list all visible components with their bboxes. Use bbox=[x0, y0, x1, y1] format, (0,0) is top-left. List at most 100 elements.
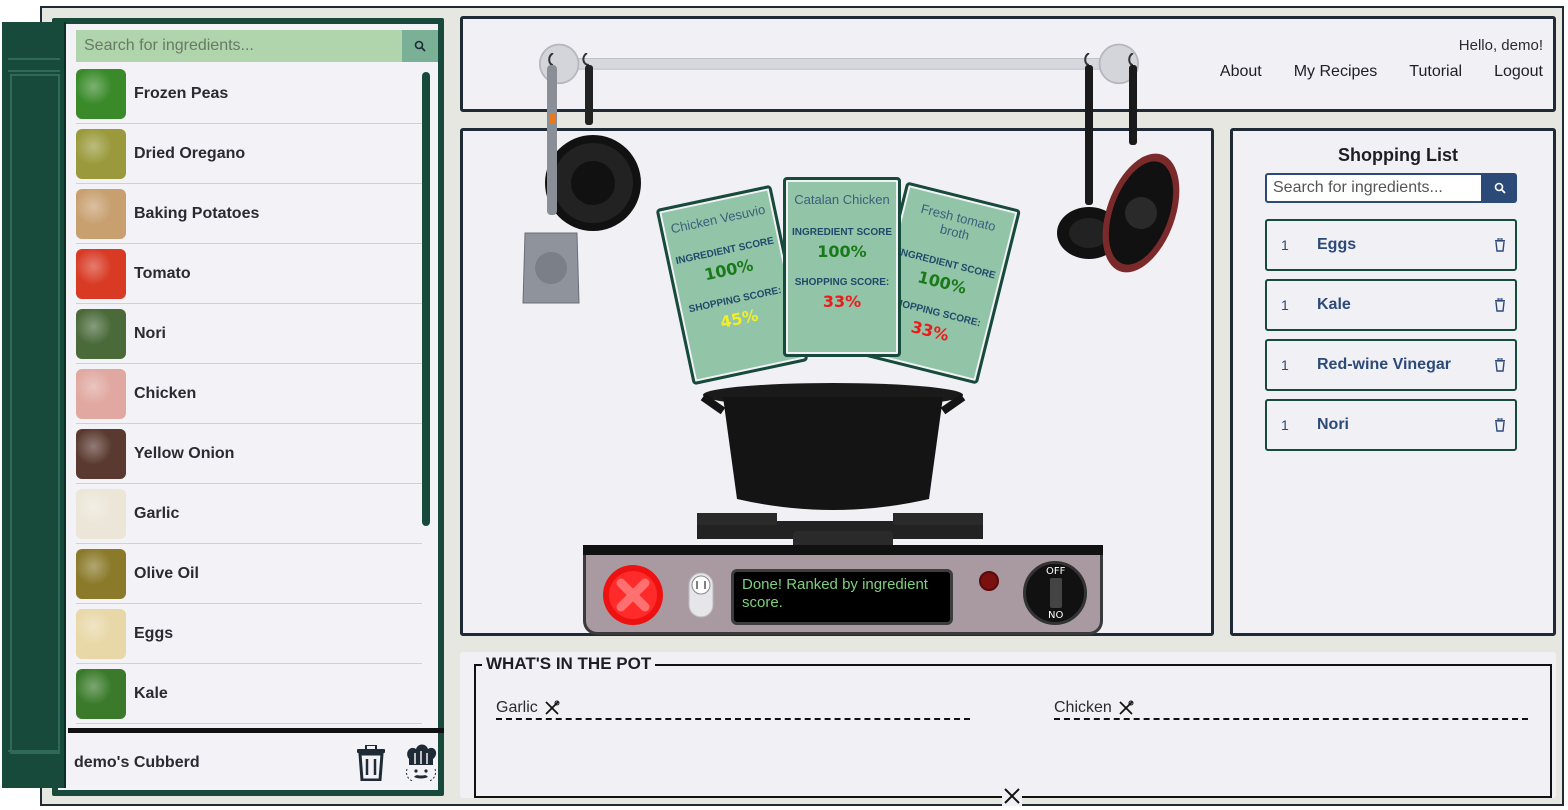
ingredient-list[interactable]: Frozen Peas Dried Oregano Baking Potatoe… bbox=[76, 64, 422, 744]
ingredient-name: Eggs bbox=[134, 624, 174, 642]
list-item[interactable]: Eggs bbox=[76, 604, 422, 664]
ingredient-score: 100% bbox=[817, 242, 867, 261]
ingredient-thumbnail bbox=[76, 188, 126, 239]
list-item[interactable]: Dried Oregano bbox=[76, 124, 422, 184]
door-rail bbox=[8, 750, 60, 752]
trash-icon[interactable] bbox=[1494, 358, 1506, 372]
ingredient-thumbnail bbox=[76, 548, 126, 599]
shopping-item[interactable]: 1 Red-wine Vinegar bbox=[1265, 339, 1517, 391]
door-rail bbox=[8, 70, 60, 72]
utensils-icon bbox=[1002, 786, 1022, 806]
shopping-search-button[interactable] bbox=[1483, 173, 1517, 203]
cupboard-footer: demo's Cubberd bbox=[68, 728, 444, 792]
pot-item[interactable]: Garlic bbox=[496, 698, 970, 720]
trash-icon[interactable] bbox=[354, 744, 388, 781]
stove: Done! Ranked by ingredient score. OFF NO bbox=[583, 541, 1103, 635]
shopping-item-name: Nori bbox=[1317, 416, 1349, 433]
recipe-title: Fresh tomato broth bbox=[919, 200, 998, 243]
trash-icon[interactable] bbox=[1494, 298, 1506, 312]
power-indicator-light bbox=[979, 571, 999, 591]
pot-contents-box: Garlic Chicken bbox=[474, 664, 1552, 806]
nav-tutorial[interactable]: Tutorial bbox=[1409, 63, 1462, 81]
door-rail bbox=[8, 58, 60, 60]
search-icon bbox=[1494, 182, 1506, 194]
nav-my-recipes[interactable]: My Recipes bbox=[1294, 63, 1378, 81]
cupboard-panel: Search for ingredients... Frozen Peas Dr… bbox=[52, 18, 444, 796]
trash-icon[interactable] bbox=[1494, 238, 1506, 252]
ingredient-thumbnail bbox=[76, 128, 126, 179]
ingredient-name: Olive Oil bbox=[134, 564, 199, 582]
cupboard-search-button[interactable] bbox=[402, 30, 438, 62]
ingredient-name: Baking Potatoes bbox=[134, 204, 260, 222]
recipe-title: Chicken Vesuvio bbox=[669, 201, 767, 237]
kitchen-stage: Chicken Vesuvio INGREDIENT SCORE: 100% S… bbox=[460, 53, 1214, 636]
search-icon bbox=[414, 40, 426, 52]
chef-icon[interactable] bbox=[404, 743, 438, 783]
cupboard-search-input[interactable]: Search for ingredients... bbox=[76, 30, 402, 62]
hanging-pan-left-icon bbox=[522, 53, 641, 304]
knob-grip bbox=[1050, 578, 1062, 608]
ingredient-thumbnail bbox=[76, 308, 126, 359]
ingredient-name: Kale bbox=[134, 684, 168, 702]
recipe-mode-toggle[interactable] bbox=[687, 571, 715, 619]
list-item[interactable]: Yellow Onion bbox=[76, 424, 422, 484]
cupboard-name: demo's Cubberd bbox=[74, 753, 200, 771]
nav-menu: About My Recipes Tutorial Logout bbox=[1220, 63, 1543, 81]
shopping-item[interactable]: 1 Kale bbox=[1265, 279, 1517, 331]
knob-off-label: OFF bbox=[1046, 566, 1066, 577]
shopping-item[interactable]: 1 Eggs bbox=[1265, 219, 1517, 271]
nav-logout[interactable]: Logout bbox=[1494, 63, 1543, 81]
ingredient-thumbnail bbox=[76, 428, 126, 479]
ingredient-thumbnail bbox=[76, 248, 126, 299]
ingredient-name: Yellow Onion bbox=[134, 444, 235, 462]
status-display: Done! Ranked by ingredient score. bbox=[731, 569, 953, 625]
ingredient-thumbnail bbox=[76, 608, 126, 659]
cupboard-door[interactable] bbox=[2, 22, 66, 788]
shopping-item-qty: 1 bbox=[1281, 417, 1289, 433]
ingredient-thumbnail bbox=[76, 368, 126, 419]
list-item[interactable]: Chicken bbox=[76, 364, 422, 424]
ingredient-name: Dried Oregano bbox=[134, 144, 246, 162]
pot-item-name: Garlic bbox=[496, 699, 538, 716]
nav-about[interactable]: About bbox=[1220, 63, 1262, 81]
power-knob[interactable]: OFF NO bbox=[1023, 561, 1087, 625]
list-item[interactable]: Olive Oil bbox=[76, 544, 422, 604]
remove-utensils-icon[interactable] bbox=[544, 700, 560, 716]
list-item[interactable]: Garlic bbox=[76, 484, 422, 544]
trash-icon[interactable] bbox=[1494, 418, 1506, 432]
shopping-item-qty: 1 bbox=[1281, 297, 1289, 313]
shopping-item-name: Red-wine Vinegar bbox=[1317, 356, 1451, 373]
pot-item-name: Chicken bbox=[1054, 699, 1112, 716]
list-item[interactable]: Tomato bbox=[76, 244, 422, 304]
ingredient-list-scrollbar[interactable] bbox=[422, 72, 430, 526]
list-item[interactable]: Baking Potatoes bbox=[76, 184, 422, 244]
list-item[interactable]: Kale bbox=[76, 664, 422, 724]
stove-top bbox=[583, 545, 1103, 555]
ingredient-thumbnail bbox=[76, 68, 126, 119]
hanging-pan-right-icon bbox=[1057, 53, 1180, 273]
recipe-card[interactable]: Catalan Chicken INGREDIENT SCORE: 100% S… bbox=[783, 177, 901, 357]
list-item[interactable]: Nori bbox=[76, 304, 422, 364]
remove-utensils-icon[interactable] bbox=[1118, 700, 1134, 716]
list-item[interactable]: Frozen Peas bbox=[76, 64, 422, 124]
ingredient-score-label: INGREDIENT SCORE: bbox=[792, 227, 892, 238]
shopping-item-qty: 1 bbox=[1281, 357, 1289, 373]
shopping-item-name: Eggs bbox=[1317, 236, 1357, 253]
pot-item[interactable]: Chicken bbox=[1054, 698, 1528, 720]
shopping-item[interactable]: 1 Nori bbox=[1265, 399, 1517, 451]
pot-contents-panel: Garlic Chicken WHAT'S IN THE POT bbox=[460, 652, 1556, 806]
ingredient-thumbnail bbox=[76, 488, 126, 539]
ingredient-name: Chicken bbox=[134, 384, 197, 402]
shopping-search-input[interactable]: Search for ingredients... bbox=[1265, 173, 1483, 203]
cooking-pot-icon bbox=[697, 383, 983, 551]
shopping-list-panel: Shopping List Search for ingredients... … bbox=[1230, 128, 1556, 636]
ingredient-name: Frozen Peas bbox=[134, 84, 229, 102]
knob-on-label: NO bbox=[1048, 610, 1064, 621]
cancel-button[interactable] bbox=[601, 563, 665, 627]
cupboard-search[interactable]: Search for ingredients... bbox=[76, 30, 438, 62]
greeting: Hello, demo! bbox=[1458, 37, 1543, 54]
ingredient-name: Nori bbox=[134, 324, 166, 342]
shopping-search[interactable]: Search for ingredients... bbox=[1265, 173, 1517, 203]
shopping-score: 33% bbox=[822, 292, 862, 311]
recipe-title: Catalan Chicken bbox=[794, 192, 890, 207]
